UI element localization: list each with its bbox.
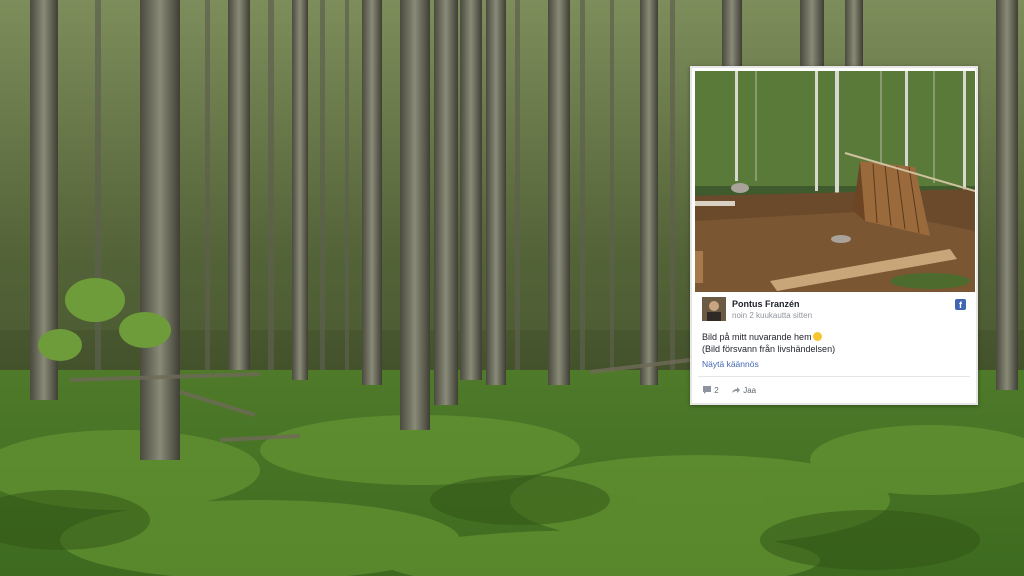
post-photo[interactable]: [695, 71, 975, 292]
translate-link[interactable]: Näytä käännös: [702, 359, 759, 369]
author-name[interactable]: Pontus Franzén: [732, 299, 800, 309]
post-header: Pontus Franzén noin 2 kuukautta sitten f: [702, 297, 968, 323]
share-arrow-icon: [732, 387, 740, 393]
smile-emoji-icon: [812, 332, 822, 341]
divider: [698, 376, 970, 377]
post-text-line2: (Bild försvann från livshändelsen): [702, 344, 836, 354]
facebook-post-card[interactable]: Pontus Franzén noin 2 kuukautta sitten f…: [690, 66, 978, 405]
post-text-line1: Bild på mitt nuvarande hem: [702, 332, 812, 342]
comment-count: 2: [714, 386, 719, 395]
comment-icon: [703, 386, 711, 394]
share-button[interactable]: Jaa: [731, 385, 756, 395]
author-avatar[interactable]: [702, 297, 726, 321]
post-timestamp[interactable]: noin 2 kuukautta sitten: [732, 311, 812, 320]
facebook-icon[interactable]: f: [955, 299, 966, 310]
post-text: Bild på mitt nuvarande hem (Bild försvan…: [702, 331, 968, 355]
comment-button[interactable]: 2: [702, 385, 719, 395]
share-label: Jaa: [743, 386, 757, 395]
